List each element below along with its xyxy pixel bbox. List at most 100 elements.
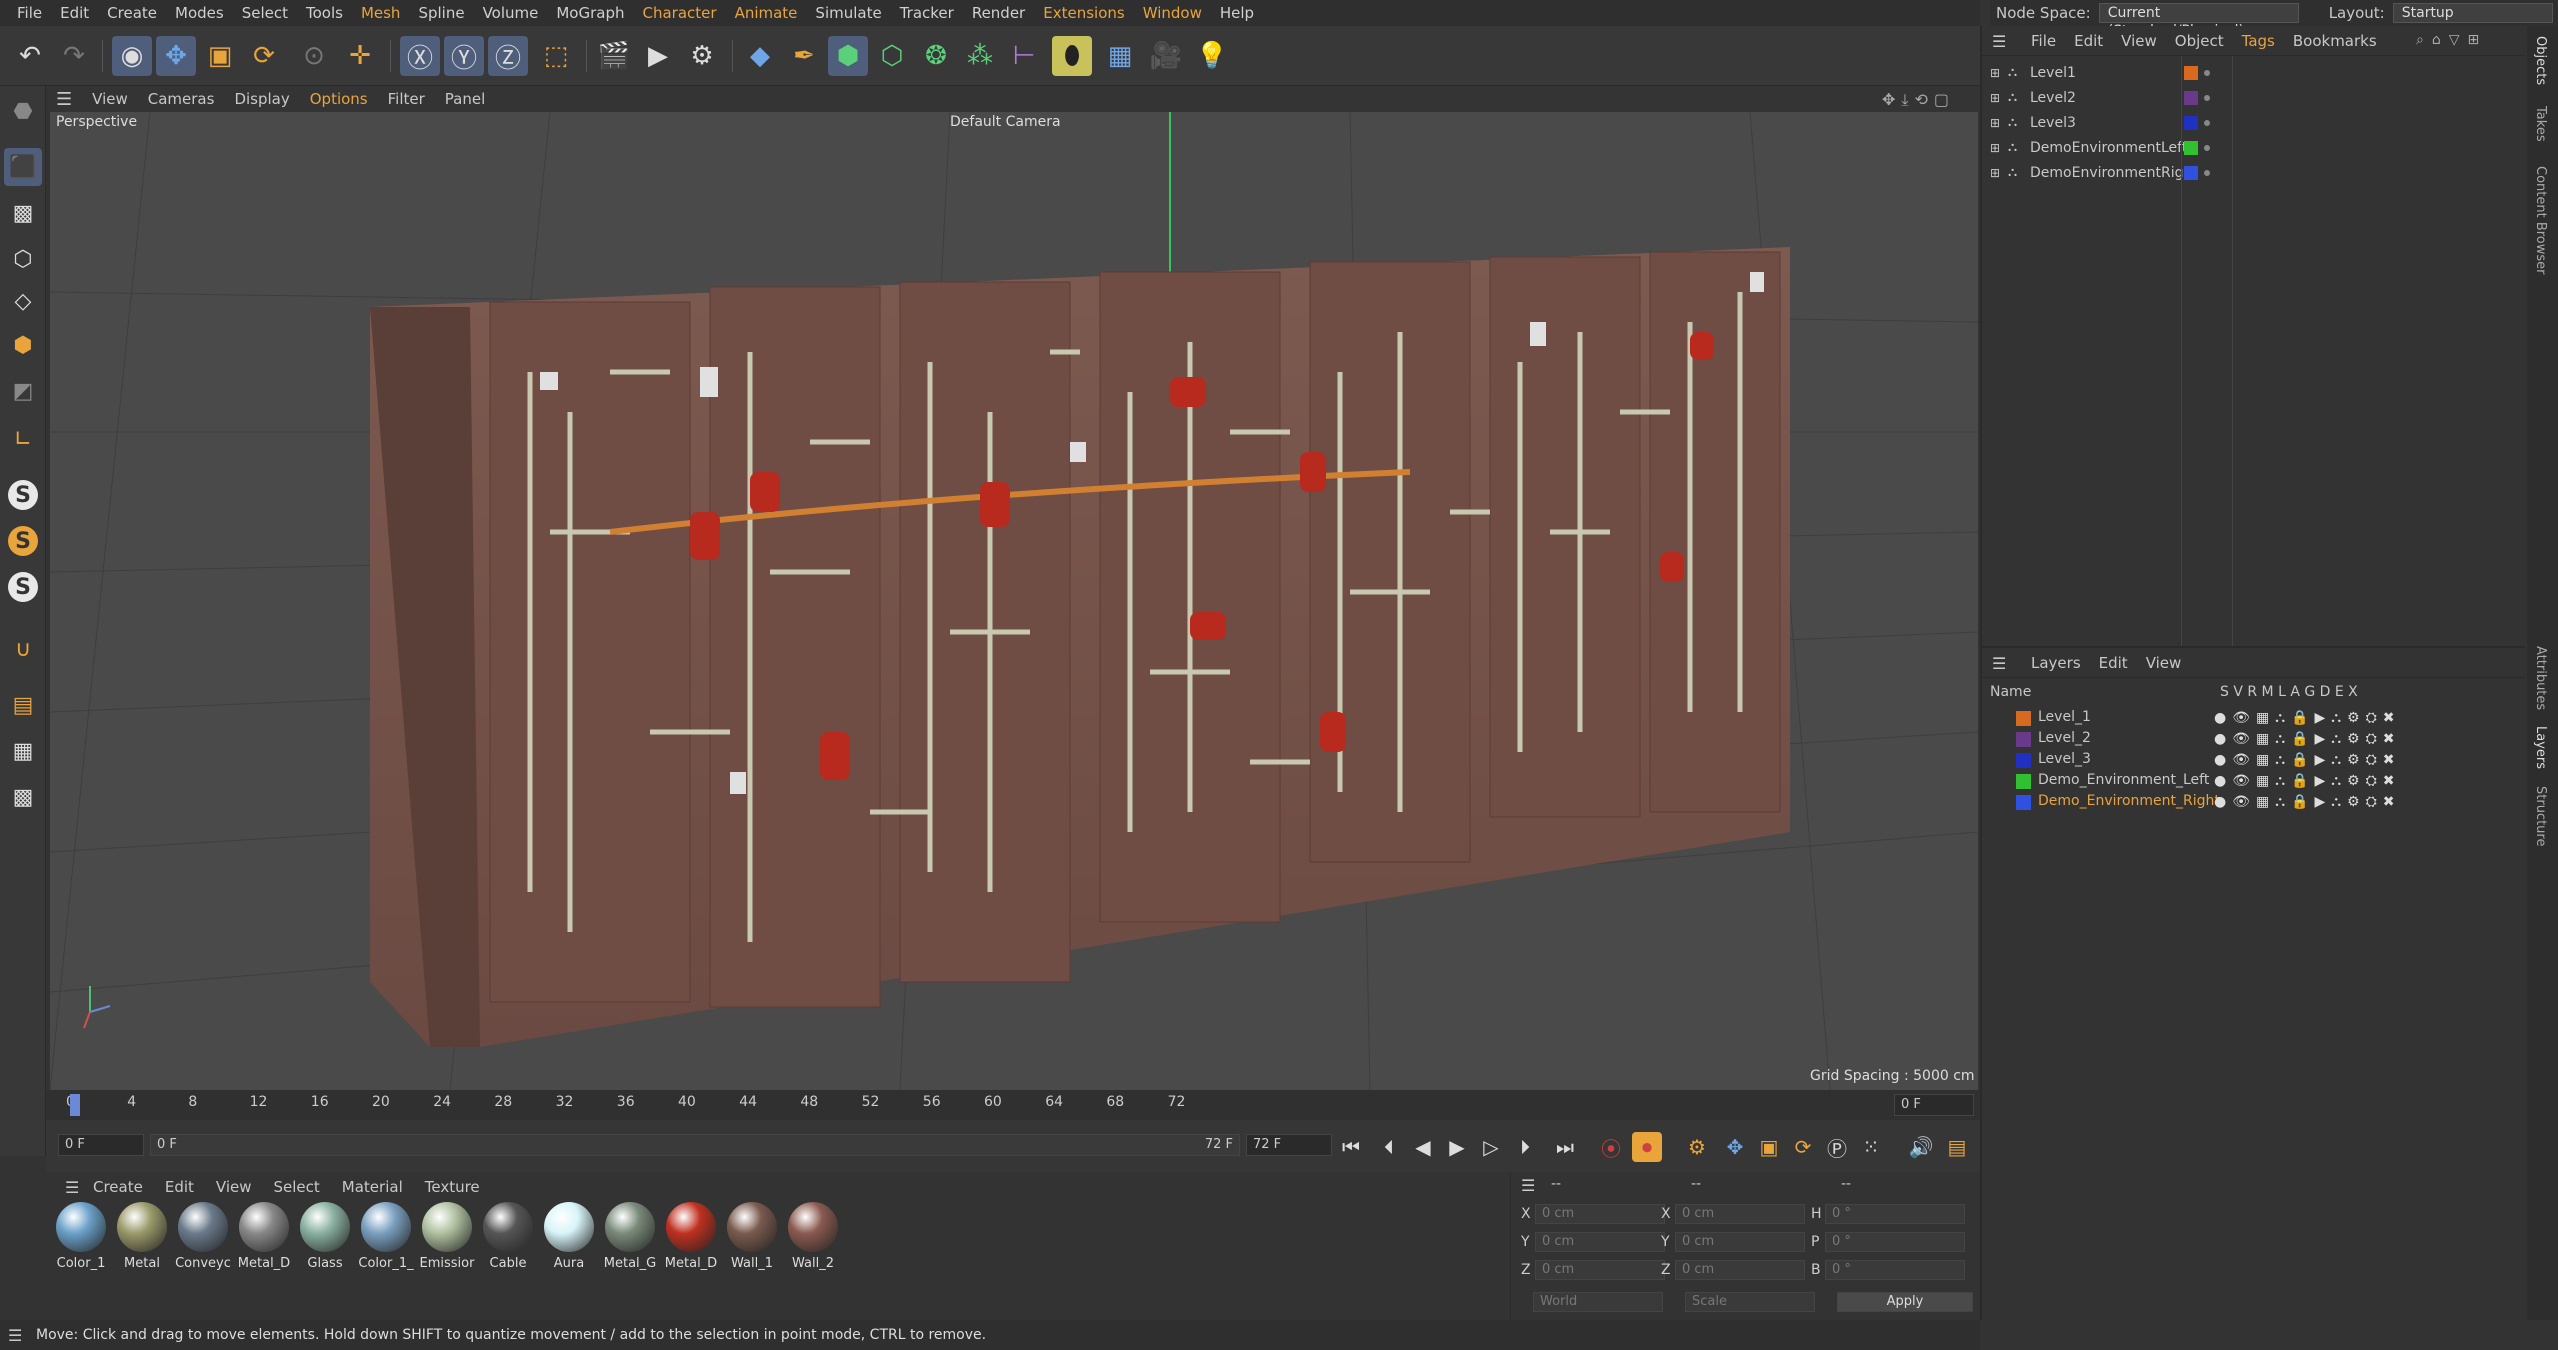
points-mode-icon[interactable]: ⬡ bbox=[4, 240, 42, 278]
object-row[interactable]: ⊞ ⛬ DemoEnvironmentRight bbox=[1982, 160, 2527, 185]
side-tab-objects[interactable]: Objects bbox=[2533, 36, 2548, 85]
material-ball[interactable] bbox=[361, 1202, 411, 1252]
object-search-icons[interactable]: ⌕⌂▽⊞ bbox=[2416, 32, 2487, 48]
key-scale-icon[interactable]: ▣ bbox=[1754, 1132, 1784, 1162]
recent-icon[interactable]: ⊙ bbox=[294, 36, 334, 76]
object-menu-bookmarks[interactable]: Bookmarks bbox=[2284, 32, 2386, 50]
material-item[interactable]: Cable bbox=[479, 1202, 537, 1271]
menu-volume[interactable]: Volume bbox=[474, 0, 548, 26]
layer-menu-view[interactable]: View bbox=[2137, 654, 2191, 672]
layer-name[interactable]: Demo_Environment_Left bbox=[2038, 772, 2209, 788]
viewport-menu-display[interactable]: Display bbox=[224, 90, 299, 108]
coord-field-b[interactable]: 0 cm bbox=[1675, 1260, 1805, 1280]
menu-window[interactable]: Window bbox=[1134, 0, 1211, 26]
mograph-cloner-icon[interactable]: ❂ bbox=[916, 36, 956, 76]
expand-icon[interactable]: ⊞ bbox=[1990, 91, 2000, 105]
layer-row[interactable]: Level_2 ●👁▦⛬🔒▶⛬⚙⛭✖ bbox=[1982, 729, 2527, 750]
next-key-icon[interactable]: ⏵ bbox=[1510, 1132, 1540, 1162]
status-menu-icon[interactable]: ☰ bbox=[8, 1326, 22, 1345]
keyframe-icon[interactable]: ⚙ bbox=[1682, 1132, 1712, 1162]
coord-field-c[interactable]: 0 ° bbox=[1825, 1232, 1965, 1252]
y-axis-icon[interactable]: Ⓨ bbox=[444, 36, 484, 76]
prev-frame-icon[interactable]: ◀ bbox=[1408, 1132, 1438, 1162]
frame-range-slider[interactable]: 0 F 72 F bbox=[150, 1134, 1240, 1156]
layer-name[interactable]: Level_1 bbox=[2038, 709, 2091, 725]
menu-create[interactable]: Create bbox=[98, 0, 166, 26]
layer-name[interactable]: Level_2 bbox=[2038, 730, 2091, 746]
layer-toggle-icons[interactable]: ●👁▦⛬🔒▶⛬⚙⛭✖ bbox=[2214, 752, 2401, 768]
menu-character[interactable]: Character bbox=[634, 0, 726, 26]
hamburger-icon[interactable]: ☰ bbox=[1992, 32, 2006, 51]
material-ball[interactable] bbox=[483, 1202, 533, 1252]
coord-field-a[interactable]: 0 cm bbox=[1535, 1260, 1665, 1280]
material-ball[interactable] bbox=[788, 1202, 838, 1252]
apply-button[interactable]: Apply bbox=[1837, 1292, 1973, 1312]
material-ball[interactable] bbox=[178, 1202, 228, 1252]
snap-settings-icon[interactable]: S bbox=[8, 526, 38, 556]
layer-row[interactable]: Level_1 ●👁▦⛬🔒▶⛬⚙⛭✖ bbox=[1982, 708, 2527, 729]
scale-icon[interactable]: ▣ bbox=[200, 36, 240, 76]
key-grid-icon[interactable]: ⁙ bbox=[1856, 1132, 1886, 1162]
layer-toggle-icons[interactable]: ●👁▦⛬🔒▶⛬⚙⛭✖ bbox=[2214, 710, 2401, 726]
menu-simulate[interactable]: Simulate bbox=[806, 0, 890, 26]
object-row[interactable]: ⊞ ⛬ Level2 bbox=[1982, 85, 2527, 110]
viewport-menu-options[interactable]: Options bbox=[300, 90, 378, 108]
object-menu-edit[interactable]: Edit bbox=[2065, 32, 2112, 50]
menu-extensions[interactable]: Extensions bbox=[1034, 0, 1133, 26]
material-ball[interactable] bbox=[56, 1202, 106, 1252]
material-ball[interactable] bbox=[666, 1202, 716, 1252]
material-menu-select[interactable]: Select bbox=[263, 1178, 331, 1196]
layer-color-swatch[interactable] bbox=[2016, 795, 2031, 810]
field-icon[interactable]: ⬮ bbox=[1052, 36, 1092, 76]
expand-icon[interactable]: ⊞ bbox=[1990, 141, 2000, 155]
workplane-icon[interactable]: ▤ bbox=[4, 686, 42, 724]
workplane-grid-icon[interactable]: ▩ bbox=[4, 778, 42, 816]
menu-mograph[interactable]: MoGraph bbox=[547, 0, 633, 26]
deformer-icon[interactable]: ⊢ bbox=[1004, 36, 1044, 76]
layer-menu-layers[interactable]: Layers bbox=[2022, 654, 2090, 672]
current-frame-field[interactable]: 0 F bbox=[1894, 1094, 1974, 1116]
material-menu-view[interactable]: View bbox=[205, 1178, 263, 1196]
layout-select[interactable]: Startup bbox=[2392, 3, 2553, 23]
object-menu-file[interactable]: File bbox=[2022, 32, 2065, 50]
play-icon[interactable]: ▶ bbox=[1442, 1132, 1472, 1162]
make-editable-icon[interactable]: ⬣ bbox=[4, 92, 42, 130]
prev-key-icon[interactable]: ⏴ bbox=[1374, 1132, 1404, 1162]
layer-row[interactable]: Demo_Environment_Right ●👁▦⛬🔒▶⛬⚙⛭✖ bbox=[1982, 792, 2527, 813]
menu-select[interactable]: Select bbox=[233, 0, 297, 26]
visibility-dot[interactable] bbox=[2204, 144, 2210, 151]
layer-color-swatch[interactable] bbox=[2016, 753, 2031, 768]
menu-spline[interactable]: Spline bbox=[409, 0, 473, 26]
object-row[interactable]: ⊞ ⛬ Level3 bbox=[1982, 110, 2527, 135]
light-icon[interactable]: 💡 bbox=[1192, 36, 1232, 76]
polygons-mode-icon[interactable]: ⬢ bbox=[4, 326, 42, 364]
sound-icon[interactable]: 🔊 bbox=[1906, 1132, 1936, 1162]
side-tab-structure[interactable]: Structure bbox=[2533, 786, 2548, 846]
material-item[interactable]: Aura bbox=[540, 1202, 598, 1271]
render-settings-icon[interactable]: ⚙ bbox=[682, 36, 722, 76]
key-rot-icon[interactable]: ⟳ bbox=[1788, 1132, 1818, 1162]
hamburger-icon[interactable]: ☰ bbox=[1992, 654, 2006, 673]
side-tab-content-browser[interactable]: Content Browser bbox=[2533, 166, 2548, 275]
hamburger-icon[interactable]: ☰ bbox=[1521, 1176, 1535, 1195]
side-tab-takes[interactable]: Takes bbox=[2533, 106, 2548, 142]
undo-icon[interactable]: ↶ bbox=[10, 36, 50, 76]
layer-toggle-icons[interactable]: ●👁▦⛬🔒▶⛬⚙⛭✖ bbox=[2214, 794, 2401, 810]
layer-color-swatch[interactable] bbox=[2184, 65, 2198, 80]
layer-color-swatch[interactable] bbox=[2016, 774, 2031, 789]
floor-icon[interactable]: ▦ bbox=[1100, 36, 1140, 76]
material-item[interactable]: Wall_1 bbox=[723, 1202, 781, 1271]
pen-icon[interactable]: ✒ bbox=[784, 36, 824, 76]
object-name[interactable]: DemoEnvironmentRight bbox=[2030, 165, 2198, 181]
edges-mode-icon[interactable]: ◇ bbox=[4, 282, 42, 320]
select-icon[interactable]: ◉ bbox=[112, 36, 152, 76]
render-view-icon[interactable]: ▶ bbox=[638, 36, 678, 76]
menu-tools[interactable]: Tools bbox=[297, 0, 352, 26]
material-item[interactable]: Glass bbox=[296, 1202, 354, 1271]
material-menu-material[interactable]: Material bbox=[331, 1178, 414, 1196]
auto-key-icon[interactable]: ⏺ bbox=[1632, 1132, 1662, 1162]
timeline-ruler[interactable]: 04812162024283236404448525660646872 0 F bbox=[46, 1090, 1980, 1120]
material-ball[interactable] bbox=[605, 1202, 655, 1252]
visibility-dot[interactable] bbox=[2204, 69, 2210, 76]
hamburger-icon[interactable]: ☰ bbox=[46, 89, 82, 110]
